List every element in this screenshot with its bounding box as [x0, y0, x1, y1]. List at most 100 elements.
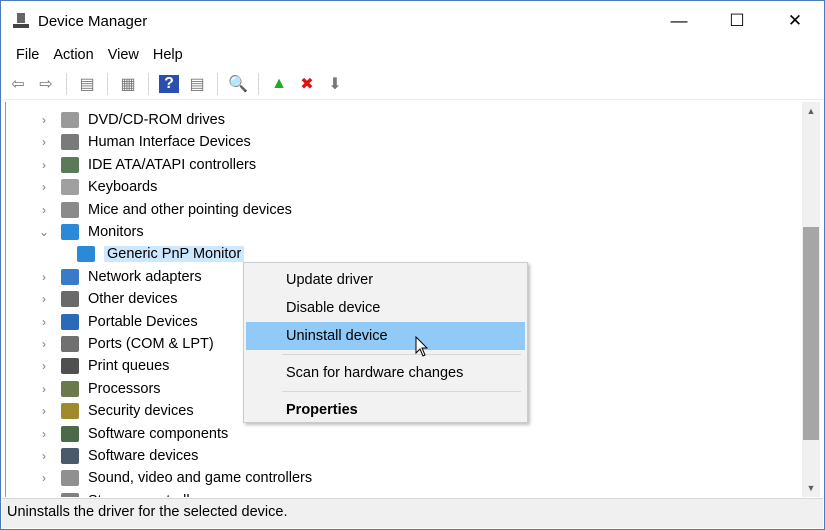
tree-item-label: Sound, video and game controllers [88, 470, 313, 487]
chevron-right-icon[interactable]: › [37, 449, 51, 463]
tree-item-label: Mice and other pointing devices [88, 201, 292, 218]
chevron-down-icon[interactable]: ⌄ [37, 225, 51, 239]
uninstall-button[interactable]: ✖ [295, 72, 319, 96]
tree-item-label: Other devices [88, 291, 178, 308]
scrollbar-thumb[interactable] [803, 227, 819, 440]
menu-separator [282, 354, 521, 355]
chevron-right-icon[interactable]: › [37, 427, 51, 441]
tree-category-item[interactable]: › Keyboards [37, 176, 157, 198]
tree-category-item[interactable]: › Network adapters [37, 266, 202, 288]
device-category-icon [61, 380, 79, 397]
toolbar-separator [258, 73, 259, 95]
tree-category-item[interactable]: ⌄ Monitors [37, 221, 144, 243]
window-title: Device Manager [38, 12, 148, 30]
device-category-icon [61, 201, 79, 218]
device-category-icon [61, 112, 79, 128]
help-button[interactable]: ? [157, 72, 181, 96]
tree-category-item[interactable]: › Other devices [37, 288, 177, 310]
device-category-icon [61, 156, 79, 173]
chevron-right-icon[interactable]: › [37, 158, 51, 172]
device-category-icon [61, 470, 79, 487]
tree-item-label: Software components [88, 425, 229, 442]
device-category-icon [61, 425, 79, 442]
tree-category-item[interactable]: › Software components [37, 423, 228, 445]
properties-button[interactable]: ▦ [116, 72, 140, 96]
menu-view[interactable]: View [101, 44, 146, 66]
menu-item-disable-device[interactable]: Disable device [246, 294, 525, 322]
update-driver-button[interactable]: ▲ [267, 72, 291, 96]
tree-item-label: Software devices [88, 448, 199, 464]
tree-category-item[interactable]: › IDE ATA/ATAPI controllers [37, 154, 256, 176]
action-pane-icon: ▤ [189, 76, 205, 93]
device-manager-window: Device Manager — ☐ ✕ File Action View He… [0, 0, 825, 530]
tree-category-item[interactable]: › Security devices [37, 400, 194, 422]
tree-category-item[interactable]: › Software devices [37, 445, 198, 467]
tree-category-item[interactable]: › Mice and other pointing devices [37, 199, 292, 221]
device-category-icon [61, 291, 79, 308]
device-category-icon [61, 358, 79, 375]
menu-help[interactable]: Help [146, 44, 190, 66]
device-category-icon [61, 336, 79, 352]
scroll-down-arrow[interactable]: ▼ [802, 479, 820, 497]
back-button[interactable]: ⇦ [6, 72, 30, 96]
device-category-icon [61, 268, 79, 285]
show-hide-console-tree-button[interactable]: ▤ [75, 72, 99, 96]
back-icon: ⇦ [11, 76, 25, 93]
menu-separator [282, 391, 521, 392]
tree-category-item[interactable]: › Human Interface Devices [37, 131, 251, 153]
chevron-right-icon[interactable]: › [37, 359, 51, 373]
toolbar-separator [217, 73, 218, 95]
chevron-right-icon[interactable]: › [37, 494, 51, 497]
title-bar: Device Manager — ☐ ✕ [1, 1, 824, 41]
tree-device-item[interactable]: Generic PnP Monitor [77, 243, 245, 265]
menu-item-scan-hardware[interactable]: Scan for hardware changes [246, 359, 525, 387]
mouse-cursor-icon [415, 336, 429, 357]
tree-category-item[interactable]: › Ports (COM & LPT) [37, 333, 214, 355]
chevron-right-icon[interactable]: › [37, 404, 51, 418]
close-button[interactable]: ✕ [766, 1, 824, 41]
menu-item-properties[interactable]: Properties [246, 396, 525, 424]
tree-category-item[interactable]: › Storage controllers [37, 490, 210, 497]
chevron-right-icon[interactable]: › [37, 180, 51, 194]
context-menu: Update driver Disable device Uninstall d… [243, 262, 528, 423]
chevron-right-icon[interactable]: › [37, 135, 51, 149]
chevron-right-icon[interactable]: › [37, 471, 51, 485]
device-manager-app-icon [13, 13, 29, 29]
tree-item-label: Portable Devices [88, 313, 198, 330]
chevron-right-icon[interactable]: › [37, 113, 51, 127]
tree-category-item[interactable]: › Portable Devices [37, 311, 198, 333]
scroll-up-arrow[interactable]: ▲ [802, 102, 820, 120]
scan-hardware-icon: 🔍 [228, 76, 248, 93]
chevron-right-icon[interactable]: › [37, 382, 51, 396]
vertical-scrollbar[interactable]: ▲ ▼ [802, 102, 820, 497]
update-driver-icon: ▲ [271, 75, 287, 92]
tree-item-label: DVD/CD-ROM drives [88, 112, 225, 128]
device-category-icon [61, 134, 79, 151]
toolbar-separator [148, 73, 149, 95]
chevron-right-icon[interactable]: › [37, 203, 51, 217]
tree-category-item[interactable]: › Sound, video and game controllers [37, 467, 312, 489]
maximize-button[interactable]: ☐ [708, 1, 766, 41]
forward-button[interactable]: ⇨ [34, 72, 58, 96]
toolbar-separator [107, 73, 108, 95]
menu-item-update-driver[interactable]: Update driver [246, 266, 525, 294]
action-pane-button[interactable]: ▤ [185, 72, 209, 96]
forward-icon: ⇨ [39, 76, 53, 93]
device-category-icon [61, 179, 79, 196]
menu-file[interactable]: File [9, 44, 46, 66]
status-bar: Uninstalls the driver for the selected d… [2, 498, 823, 528]
device-category-icon [61, 448, 79, 464]
menu-item-uninstall-device[interactable]: Uninstall device [246, 322, 525, 350]
tree-category-item[interactable]: › DVD/CD-ROM drives [37, 109, 225, 131]
scan-hardware-button[interactable]: 🔍 [226, 72, 250, 96]
menu-action[interactable]: Action [46, 44, 100, 66]
chevron-right-icon[interactable]: › [37, 315, 51, 329]
chevron-right-icon[interactable]: › [37, 270, 51, 284]
minimize-button[interactable]: — [650, 1, 708, 41]
chevron-right-icon[interactable]: › [37, 292, 51, 306]
tree-item-label: Keyboards [88, 179, 158, 196]
disable-device-button[interactable]: ⬇ [323, 72, 347, 96]
chevron-right-icon[interactable]: › [37, 337, 51, 351]
tree-category-item[interactable]: › Processors [37, 378, 161, 400]
tree-category-item[interactable]: › Print queues [37, 355, 169, 377]
